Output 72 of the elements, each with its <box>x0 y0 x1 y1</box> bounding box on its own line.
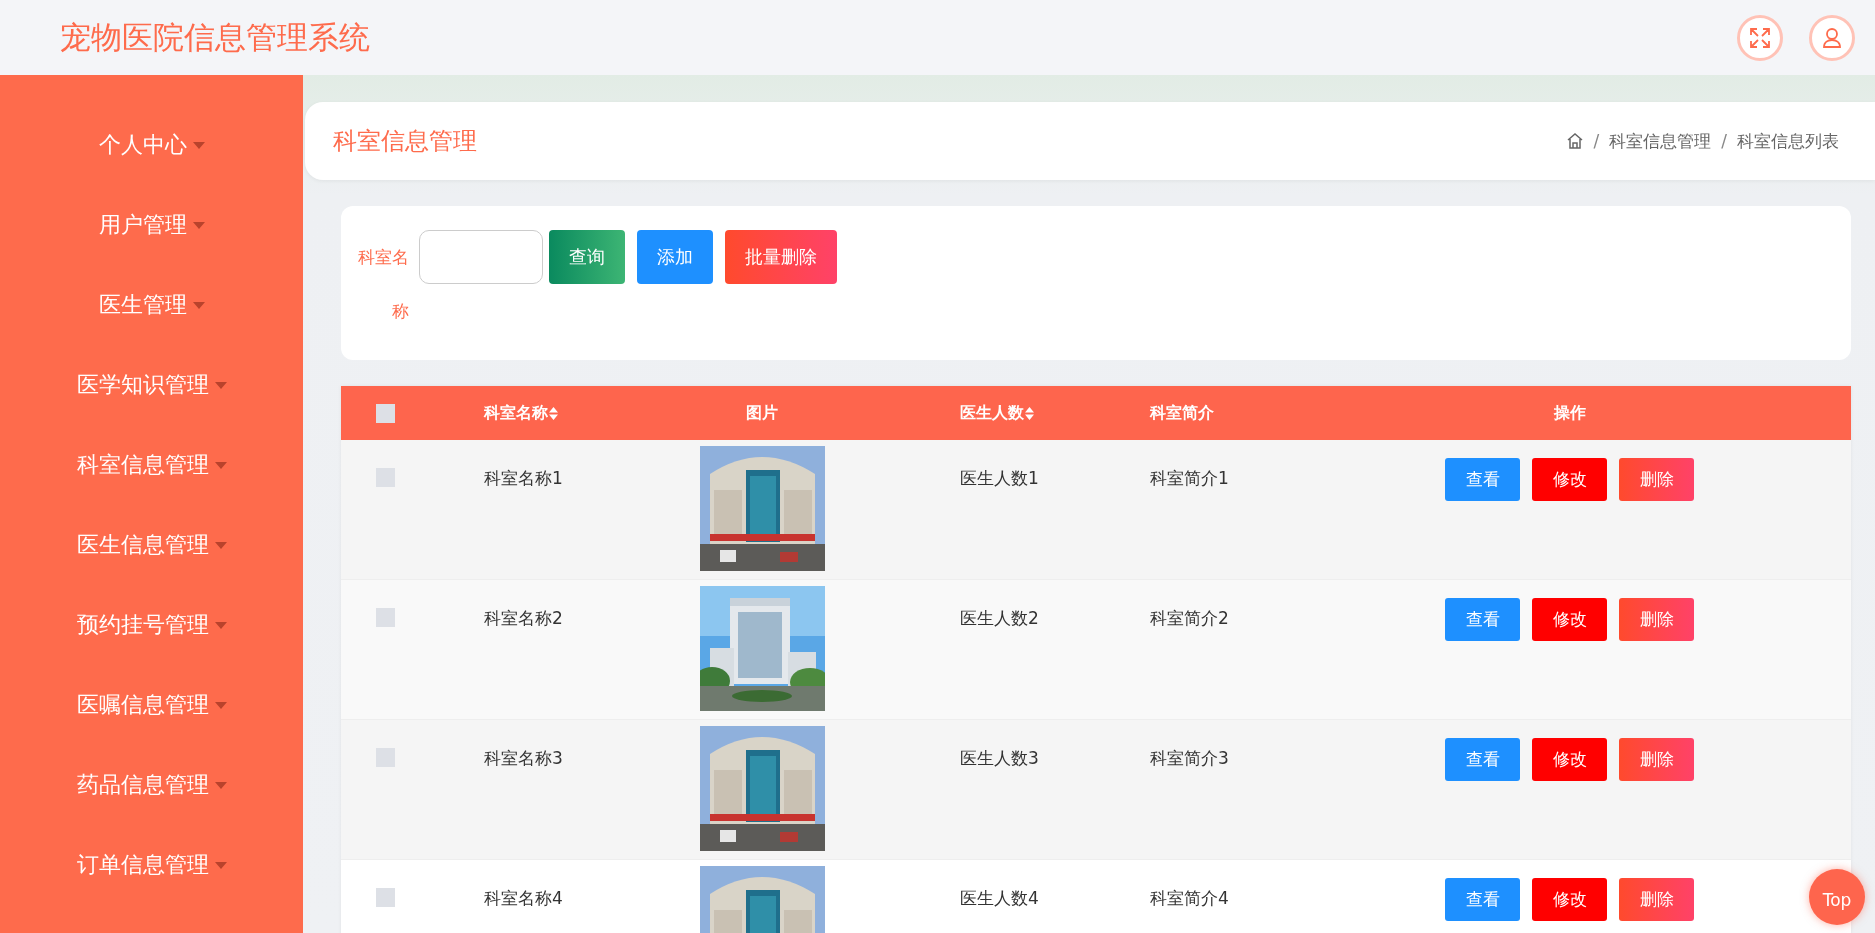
sort-icon[interactable] <box>1025 406 1034 420</box>
delete-button[interactable]: 删除 <box>1619 458 1694 501</box>
sidebar-item[interactable]: 预约挂号管理 <box>0 585 303 665</box>
view-button[interactable]: 查看 <box>1445 598 1520 641</box>
column-header: 图片 <box>746 402 778 424</box>
sidebar-item[interactable]: 科室信息管理 <box>0 425 303 505</box>
home-icon[interactable] <box>1565 132 1584 150</box>
table-cell-text: 科室名称3 <box>484 747 563 770</box>
user-icon <box>1821 26 1843 49</box>
caret-icon <box>214 701 227 709</box>
row-checkbox[interactable] <box>376 888 395 907</box>
edit-button[interactable]: 修改 <box>1532 458 1607 501</box>
batch-delete-button[interactable]: 批量删除 <box>725 230 837 284</box>
table-cell-text: 医生人数2 <box>960 607 1039 630</box>
sidebar-item[interactable]: 医生管理 <box>0 265 303 345</box>
caret-icon <box>214 621 227 629</box>
table-cell-text: 医生人数3 <box>960 747 1039 770</box>
fullscreen-icon <box>1749 26 1771 49</box>
sidebar-item[interactable]: 药品信息管理 <box>0 745 303 825</box>
table-cell-text: 科室简介1 <box>1150 467 1229 490</box>
sidebar-item[interactable]: 医学知识管理 <box>0 345 303 425</box>
sidebar-item[interactable]: 用户管理 <box>0 185 303 265</box>
caret-icon <box>214 381 227 389</box>
field-label: 科室名称 <box>357 246 409 323</box>
column-header: 科室简介 <box>1150 402 1214 424</box>
column-header[interactable]: 医生人数 <box>960 402 1034 424</box>
column-header[interactable]: 科室名称 <box>484 402 558 424</box>
sidebar-item[interactable]: 订单信息管理 <box>0 825 303 905</box>
table-cell-text: 科室名称1 <box>484 467 563 490</box>
delete-button[interactable]: 删除 <box>1619 598 1694 641</box>
row-checkbox[interactable] <box>376 468 395 487</box>
breadcrumb-separator: / <box>1593 131 1600 151</box>
sidebar-item[interactable]: 医生信息管理 <box>0 505 303 585</box>
view-button[interactable]: 查看 <box>1445 458 1520 501</box>
delete-button[interactable]: 删除 <box>1619 878 1694 921</box>
sidebar-item[interactable]: 医嘱信息管理 <box>0 665 303 745</box>
add-button[interactable]: 添加 <box>637 230 713 284</box>
table-cell-text: 医生人数1 <box>960 467 1039 490</box>
caret-icon <box>192 141 205 149</box>
caret-icon <box>214 541 227 549</box>
table-cell-text: 医生人数4 <box>960 887 1039 910</box>
app-title: 宠物医院信息管理系统 <box>60 17 371 57</box>
caret-icon <box>214 861 227 869</box>
search-button[interactable]: 查询 <box>549 230 625 284</box>
edit-button[interactable]: 修改 <box>1532 878 1607 921</box>
name-input-field[interactable] <box>419 230 543 284</box>
sidebar-item[interactable]: 个人中心 <box>0 105 303 185</box>
sort-icon[interactable] <box>549 406 558 420</box>
edit-button[interactable]: 修改 <box>1532 598 1607 641</box>
breadcrumb-link[interactable]: 科室信息管理 <box>1609 129 1712 153</box>
table-cell-text: 科室简介3 <box>1150 747 1229 770</box>
breadcrumb-separator: / <box>1721 131 1727 151</box>
select-all-checkbox[interactable] <box>376 403 395 423</box>
edit-button[interactable]: 修改 <box>1532 738 1607 781</box>
table-cell-text: 科室名称4 <box>484 887 563 910</box>
view-button[interactable]: 查看 <box>1445 738 1520 781</box>
caret-icon <box>214 781 227 789</box>
page-title: 科室信息管理 <box>333 126 478 157</box>
table-cell-text: 科室简介2 <box>1150 607 1229 630</box>
fullscreen-button[interactable] <box>1737 14 1783 61</box>
row-checkbox[interactable] <box>376 608 395 627</box>
delete-button[interactable]: 删除 <box>1619 738 1694 781</box>
user-button[interactable] <box>1809 14 1855 61</box>
row-checkbox[interactable] <box>376 748 395 767</box>
table-cell-text: 科室简介4 <box>1150 887 1229 910</box>
caret-icon <box>192 221 205 229</box>
table-cell-text: 科室名称2 <box>484 607 563 630</box>
breadcrumb-current: 科室信息列表 <box>1737 129 1839 153</box>
view-button[interactable]: 查看 <box>1445 878 1520 921</box>
column-header: 操作 <box>1553 402 1586 424</box>
caret-icon <box>214 461 227 469</box>
caret-icon <box>192 301 205 309</box>
